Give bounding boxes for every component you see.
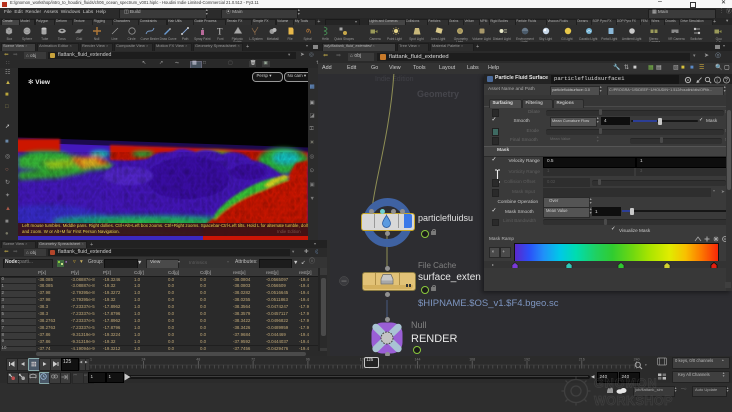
svg-text:GNOMON: GNOMON — [594, 377, 658, 391]
svg-text:?: ? — [725, 78, 728, 84]
svg-text:24: 24 — [142, 358, 146, 362]
svg-text:144: 144 — [415, 358, 421, 362]
svg-text:48: 48 — [196, 358, 200, 362]
svg-text:168: 168 — [469, 358, 475, 362]
svg-text:T: T — [217, 27, 223, 37]
svg-text:216: 216 — [579, 358, 585, 362]
svg-text:96: 96 — [306, 358, 310, 362]
svg-text:WORKSHOP: WORKSHOP — [594, 394, 673, 408]
svg-text:1: 1 — [90, 358, 92, 362]
svg-text:72: 72 — [251, 358, 255, 362]
svg-text:192: 192 — [524, 358, 530, 362]
